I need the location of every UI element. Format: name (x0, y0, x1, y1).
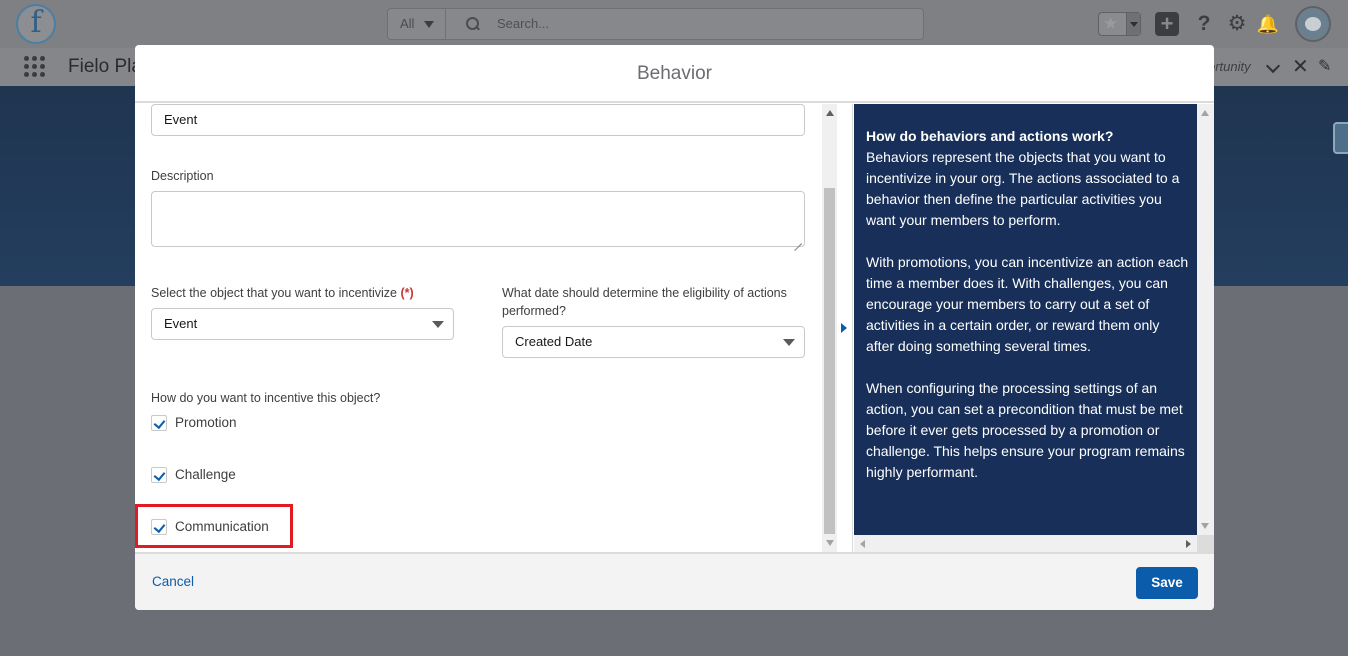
save-button[interactable]: Save (1136, 567, 1198, 599)
modal-title: Behavior (637, 63, 712, 84)
incentive-label: How do you want to incentive this object… (151, 391, 381, 405)
favorites-button[interactable]: ★ (1098, 12, 1141, 36)
scrollbar-thumb[interactable] (824, 188, 835, 534)
chevron-right-icon (841, 323, 847, 333)
resize-handle-icon[interactable] (794, 236, 802, 244)
required-marker: (*) (400, 286, 414, 300)
chevron-down-icon (424, 21, 434, 28)
star-icon: ★ (1103, 14, 1119, 33)
cancel-button[interactable]: Cancel (152, 554, 194, 610)
scroll-up-icon[interactable] (1201, 110, 1209, 116)
date-label-line2: performed? (502, 304, 566, 318)
chevron-down-icon (783, 339, 795, 346)
date-select-value: Created Date (515, 334, 593, 349)
description-label: Description (151, 169, 214, 183)
date-label: What date should determine the eligibili… (502, 284, 812, 320)
help-horizontal-scrollbar[interactable] (854, 535, 1197, 552)
help-icon[interactable]: ? (1192, 12, 1216, 36)
search-input[interactable]: Search... (497, 9, 549, 39)
bell-icon[interactable]: 🔔 (1256, 12, 1280, 36)
object-label-text: Select the object that you want to incen… (151, 286, 397, 300)
help-vertical-scrollbar[interactable] (1197, 104, 1214, 535)
pencil-icon[interactable]: ✎ (1318, 48, 1331, 86)
scroll-up-icon[interactable] (826, 110, 834, 116)
chevron-down-icon[interactable] (1265, 58, 1281, 74)
fielo-logo[interactable]: f (16, 4, 56, 44)
highlight-annotation (135, 504, 293, 548)
modal-footer: Cancel Save (135, 552, 1214, 610)
object-select-value: Event (164, 316, 198, 331)
search-icon (466, 17, 479, 30)
description-field[interactable] (151, 191, 805, 247)
challenge-checkbox[interactable] (151, 467, 167, 483)
search-scope-select[interactable]: All (388, 9, 446, 39)
scroll-right-icon[interactable] (1186, 540, 1191, 548)
favorites-menu-chevron-icon[interactable] (1126, 13, 1140, 35)
user-avatar[interactable] (1295, 6, 1331, 42)
date-label-line1: What date should determine the eligibili… (502, 286, 787, 300)
scroll-down-icon[interactable] (1201, 523, 1209, 529)
nav-tab-label[interactable]: ortunity (1208, 48, 1251, 86)
promotion-checkbox[interactable] (151, 415, 167, 431)
scrollbar-corner (1197, 535, 1214, 552)
date-select[interactable]: Created Date (502, 326, 805, 358)
behavior-name-field[interactable]: Event (151, 104, 805, 136)
utility-side-tab[interactable] (1333, 122, 1348, 154)
help-paragraph-3: When configuring the processing settings… (866, 380, 1185, 480)
add-icon[interactable]: + (1155, 12, 1179, 36)
form-scrollbar[interactable] (822, 104, 837, 552)
object-label: Select the object that you want to incen… (151, 284, 414, 302)
behavior-form: Event Description Select the object that… (135, 104, 822, 552)
help-paragraph-2: With promotions, you can incentivize an … (866, 254, 1189, 354)
help-paragraph-1: Behaviors represent the objects that you… (866, 149, 1180, 228)
chevron-down-icon (432, 321, 444, 328)
help-panel-toggle[interactable] (837, 104, 853, 552)
object-select[interactable]: Event (151, 308, 454, 340)
app-name: Fielo Pla (68, 56, 142, 77)
search-scope-label: All (400, 16, 415, 31)
help-title: How do behaviors and actions work? (866, 128, 1114, 144)
app-launcher-icon[interactable] (24, 56, 46, 78)
global-search[interactable]: All Search... (387, 8, 924, 40)
challenge-label: Challenge (175, 467, 236, 482)
help-panel: How do behaviors and actions work? Behav… (854, 104, 1197, 535)
gear-icon[interactable]: ⚙ (1225, 12, 1249, 36)
global-header: f All Search... ★ + ? ⚙ 🔔 (0, 0, 1348, 48)
behavior-modal: Behavior Event Description Select the ob… (135, 45, 1214, 610)
promotion-label: Promotion (175, 415, 237, 430)
scroll-down-icon[interactable] (826, 540, 834, 546)
scroll-left-icon[interactable] (860, 540, 865, 548)
close-icon[interactable]: ✕ (1292, 48, 1309, 86)
modal-header: Behavior (135, 45, 1214, 103)
